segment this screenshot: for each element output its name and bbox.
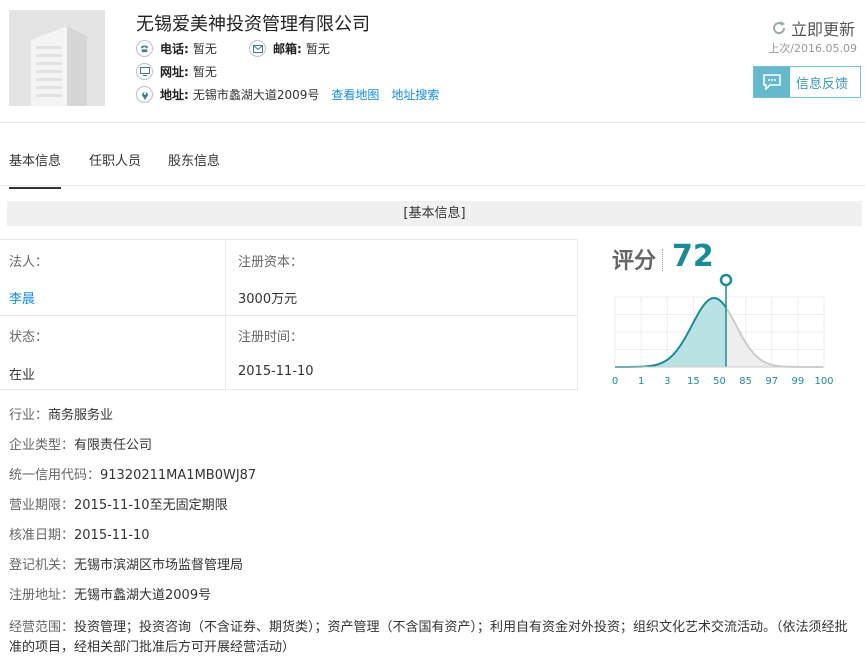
phone-value: 暂无 xyxy=(192,42,217,56)
address-label: 地址: xyxy=(160,88,189,102)
section-title: [基本信息] xyxy=(7,201,862,226)
detail-value: 91320211MA1MB0WJ87 xyxy=(100,468,257,483)
reg-time-value: 2015-11-10 xyxy=(238,364,314,379)
detail-row: 核准日期：2015-11-10 xyxy=(9,524,150,543)
tab-basic-info[interactable]: 基本信息 xyxy=(9,150,62,189)
detail-value: 无锡市蠡湖大道2009号 xyxy=(74,588,212,603)
view-map-link[interactable]: 查看地图 xyxy=(331,86,379,103)
feedback-button[interactable]: 信息反馈 xyxy=(753,66,861,98)
tab-bar: 基本信息 任职人员 股东信息 xyxy=(0,122,865,189)
detail-row: 统一信用代码：91320211MA1MB0WJ87 xyxy=(9,464,256,483)
detail-value: 有限责任公司 xyxy=(74,438,153,453)
company-logo xyxy=(9,10,105,106)
score-axis-tick: 85 xyxy=(739,376,752,387)
score-panel: 评分 72 0 1 3 15 50 85 97 99 100 xyxy=(578,239,865,390)
basic-info-grid: 法人： 李晨 注册资本： 3000万元 状态： 在业 注册时间： 2015-11… xyxy=(0,239,578,391)
email-label: 邮箱: xyxy=(273,42,302,56)
detail-key: 行业： xyxy=(9,408,49,423)
status-value: 在业 xyxy=(9,368,36,383)
score-axis-tick: 97 xyxy=(765,376,778,387)
refresh-icon xyxy=(773,21,785,35)
phone-icon xyxy=(136,40,153,57)
website-value: 暂无 xyxy=(192,65,217,79)
last-update-date: 上次/2016.05.09 xyxy=(768,42,857,55)
score-axis-tick: 0 xyxy=(612,376,618,387)
company-header: 无锡爱美神投资管理有限公司 电话: 暂无 邮箱: 暂无 网址: 暂无 地址: 无… xyxy=(0,0,865,122)
detail-value: 2015-11-10 xyxy=(74,528,150,543)
detail-key: 登记机关： xyxy=(9,558,75,573)
update-now-button[interactable]: 立即更新 xyxy=(771,16,855,40)
email-icon xyxy=(249,40,266,57)
phone-label: 电话: xyxy=(160,42,189,56)
capital-key: 注册资本： xyxy=(238,255,304,270)
detail-value: 2015-11-10至无固定期限 xyxy=(74,498,228,513)
detail-key: 营业期限： xyxy=(9,498,75,513)
score-axis-tick: 100 xyxy=(814,376,833,387)
tab-shareholders[interactable]: 股东信息 xyxy=(168,150,220,169)
detail-key: 核准日期： xyxy=(9,528,75,543)
business-scope: 经营范围：投资管理；投资咨询（不含证券、期货类）；资产管理（不含国有资产）；利用… xyxy=(9,618,859,658)
detail-key: 企业类型： xyxy=(9,438,75,453)
score-distribution-chart: 0 1 3 15 50 85 97 99 100 xyxy=(612,273,834,387)
detail-row: 登记机关：无锡市滨湖区市场监督管理局 xyxy=(9,554,243,573)
phone-row: 电话: 暂无 xyxy=(136,40,217,57)
business-scope-value: 投资管理；投资咨询（不含证券、期货类）；资产管理（不含国有资产）；利用自有资金对… xyxy=(9,620,848,655)
company-name: 无锡爱美神投资管理有限公司 xyxy=(136,14,370,35)
feedback-label: 信息反馈 xyxy=(796,76,849,92)
website-label: 网址: xyxy=(160,65,189,79)
chat-icon xyxy=(754,67,790,97)
email-row: 邮箱: 暂无 xyxy=(249,40,330,57)
detail-row: 企业类型：有限责任公司 xyxy=(9,434,152,453)
legal-person-key: 法人： xyxy=(9,255,49,270)
address-search-link[interactable]: 地址搜索 xyxy=(391,86,439,103)
email-value: 暂无 xyxy=(305,42,330,56)
update-now-label: 立即更新 xyxy=(790,20,855,39)
website-row: 网址: 暂无 xyxy=(136,63,217,80)
detail-key: 统一信用代码： xyxy=(9,468,101,483)
score-axis-tick: 99 xyxy=(792,376,805,387)
score-marker-pin xyxy=(719,273,733,287)
capital-value: 3000万元 xyxy=(238,292,298,307)
detail-row: 行业：商务服务业 xyxy=(9,404,113,423)
monitor-icon xyxy=(136,63,153,80)
score-axis-tick: 3 xyxy=(664,376,670,387)
detail-value: 无锡市滨湖区市场监督管理局 xyxy=(74,558,244,573)
business-scope-key: 经营范围： xyxy=(9,620,75,635)
score-axis-tick: 1 xyxy=(638,376,644,387)
address-value: 无锡市蠡湖大道2009号 xyxy=(192,88,320,102)
legal-person-link[interactable]: 李晨 xyxy=(9,288,35,307)
detail-row: 注册地址：无锡市蠡湖大道2009号 xyxy=(9,584,211,603)
detail-row: 营业期限：2015-11-10至无固定期限 xyxy=(9,494,228,513)
location-pin-icon xyxy=(136,86,153,103)
address-row: 地址: 无锡市蠡湖大道2009号 查看地图 地址搜索 xyxy=(136,86,439,103)
score-axis-tick: 50 xyxy=(713,376,726,387)
score-axis-tick: 15 xyxy=(687,376,700,387)
status-key: 状态： xyxy=(9,330,49,345)
detail-key: 注册地址： xyxy=(9,588,75,603)
tab-staff[interactable]: 任职人员 xyxy=(89,150,141,169)
detail-value: 商务服务业 xyxy=(48,408,114,423)
building-icon xyxy=(31,26,87,106)
reg-time-key: 注册时间： xyxy=(238,330,304,345)
